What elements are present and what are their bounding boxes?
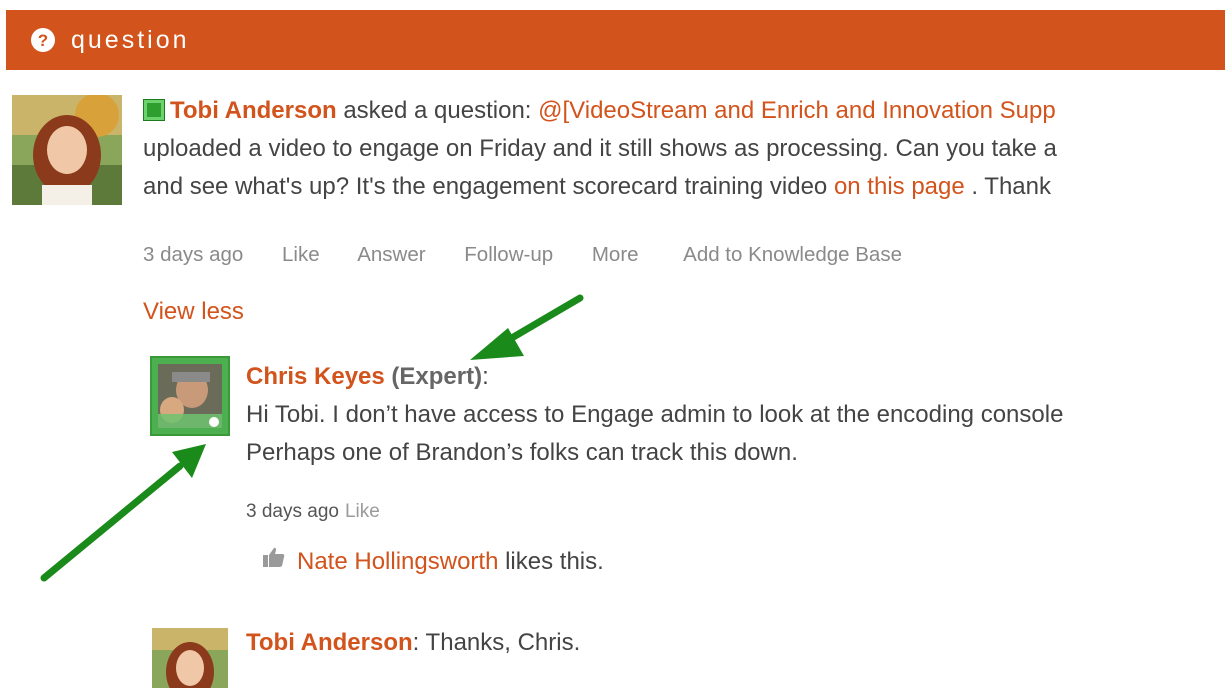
presence-status-icon <box>143 99 165 121</box>
reply-2-body: Tobi Anderson: Thanks, Chris. <box>246 624 580 662</box>
header-title: question <box>71 25 190 54</box>
reply-line-2: Perhaps one of Brandon’s folks can track… <box>246 439 798 466</box>
reply-heading: Chris Keyes (Expert): <box>246 358 1063 396</box>
mention-link[interactable]: @[VideoStream and Enrich and Innovation … <box>538 97 1056 124</box>
reply-author-link[interactable]: Chris Keyes <box>246 363 385 390</box>
author-link[interactable]: Tobi Anderson <box>170 97 337 124</box>
question-actions: 3 days ago Like Answer Follow-up More Ad… <box>143 243 935 267</box>
question-line-3: and see what's up? It's the engagement s… <box>143 168 1057 206</box>
question-body: Tobi Anderson asked a question: @[VideoS… <box>143 92 1057 206</box>
reply-colon: : <box>482 363 489 390</box>
answer-action[interactable]: Answer <box>357 243 425 266</box>
arrow-to-expert-avatar-icon <box>40 444 206 582</box>
likes-line: Nate Hollingsworth likes this. <box>297 543 604 581</box>
question-line-2: uploaded a video to engage on Friday and… <box>143 135 1057 162</box>
more-action[interactable]: More <box>592 243 639 266</box>
question-verb: asked a question: <box>336 97 539 124</box>
reply-body: Chris Keyes (Expert): Hi Tobi. I don’t h… <box>246 358 1063 472</box>
expert-badge: (Expert) <box>384 363 483 390</box>
like-action[interactable]: Like <box>282 243 320 266</box>
view-less-link[interactable]: View less <box>143 298 244 326</box>
question-line-1: Tobi Anderson asked a question: @[VideoS… <box>143 92 1057 130</box>
avatar[interactable] <box>12 95 122 205</box>
reply-2-text: : Thanks, Chris. <box>412 629 581 656</box>
question-header: ? question <box>6 10 1225 70</box>
follow-up-action[interactable]: Follow-up <box>464 243 553 266</box>
reply-line-1: Hi Tobi. I don’t have access to Engage a… <box>246 401 1064 428</box>
liker-link[interactable]: Nate Hollingsworth <box>297 548 498 575</box>
reply-meta: 3 days ago Like <box>246 501 380 523</box>
page-link[interactable]: on this page <box>834 173 965 200</box>
expert-avatar[interactable] <box>150 356 230 436</box>
question-circle-icon: ? <box>31 28 55 52</box>
arrow-to-expert-badge-icon <box>470 294 584 360</box>
reply-like-action[interactable]: Like <box>345 501 380 522</box>
likes-text: likes this. <box>498 548 604 575</box>
question-line-3-end: . Thank <box>964 173 1051 200</box>
add-to-kb-action[interactable]: Add to Knowledge Base <box>683 243 902 266</box>
reply-avatar[interactable] <box>152 628 228 688</box>
reply-timestamp: 3 days ago <box>246 501 339 522</box>
thumbs-up-icon <box>262 546 286 573</box>
question-line-3-text: and see what's up? It's the engagement s… <box>143 173 834 200</box>
reply-2-author-link[interactable]: Tobi Anderson <box>246 629 413 656</box>
timestamp: 3 days ago <box>143 243 244 266</box>
